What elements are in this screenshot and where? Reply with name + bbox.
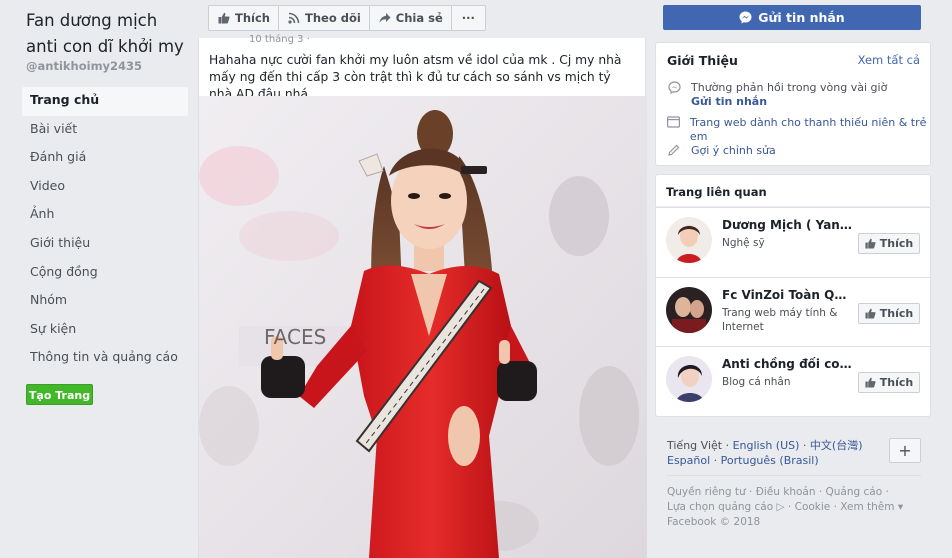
- language-option[interactable]: Español: [667, 454, 710, 467]
- related-page-avatar[interactable]: [666, 217, 712, 263]
- footer-link[interactable]: Điều khoản: [756, 486, 816, 498]
- more-languages-button[interactable]: +: [889, 438, 921, 463]
- language-option[interactable]: 中文(台灣): [810, 439, 863, 452]
- language-option[interactable]: Português (Brasil): [721, 454, 819, 467]
- nav-item-groups[interactable]: Nhóm: [22, 287, 188, 316]
- rss-icon: [287, 12, 301, 24]
- more-options-button[interactable]: ···: [450, 5, 486, 31]
- related-page-name[interactable]: Dương Mịch ( YangMi ): [722, 218, 854, 232]
- related-page-category: Blog cá nhân: [722, 376, 791, 388]
- share-arrow-icon: [378, 12, 392, 24]
- chevron-down-icon: ▾: [897, 501, 904, 513]
- category-link[interactable]: Trang web dành cho thanh thiếu niên & tr…: [690, 116, 930, 144]
- copyright: Facebook © 2018: [667, 516, 761, 528]
- page-handle[interactable]: @antikhoimy2435: [26, 59, 142, 73]
- page-title: Fan dương mịch anti con dĩ khởi my: [26, 11, 184, 56]
- page-nav: Trang chủ Bài viết Đánh giá Video Ảnh Gi…: [22, 87, 188, 373]
- footer: Quyền riêng tư · Điều khoản · Quảng cáo …: [667, 486, 904, 528]
- follow-page-label: Theo dõi: [304, 11, 361, 25]
- related-page-item[interactable]: Dương Mịch ( YangMi ) Nghệ sỹ Thích: [656, 208, 932, 276]
- post-card: 10 tháng 3 · Hahaha nực cười fan khởi my…: [198, 34, 647, 558]
- send-message-link[interactable]: Gửi tin nhắn: [691, 95, 887, 109]
- share-page-label: Chia sẻ: [395, 11, 443, 25]
- related-pages-header: Trang liên quan: [655, 174, 931, 206]
- related-page-avatar[interactable]: [666, 356, 712, 402]
- see-all-link[interactable]: Xem tất cả: [858, 53, 920, 67]
- language-selector: Tiếng Việt · English (US) · 中文(台灣) Españ…: [667, 439, 863, 467]
- suggest-edit-row: Gợi ý chỉnh sửa: [666, 144, 776, 160]
- related-page-name[interactable]: Anti chồng đối con điên: [722, 357, 854, 371]
- related-page-name[interactable]: Fc VinZoi Toàn Quốc: [722, 288, 854, 302]
- nav-item-info-ads[interactable]: Thông tin và quảng cáo: [22, 344, 188, 373]
- nav-item-photos[interactable]: Ảnh: [22, 201, 188, 230]
- like-page-button[interactable]: Thích: [208, 5, 279, 31]
- related-page-category: Trang web máy tính & Internet: [722, 307, 838, 333]
- footer-link[interactable]: Xem thêm: [840, 501, 894, 513]
- footer-link[interactable]: Quyền riêng tư: [667, 486, 746, 498]
- browser-icon: [666, 116, 681, 144]
- thumbs-up-icon: [865, 377, 876, 388]
- related-page-like-button[interactable]: Thích: [858, 233, 920, 254]
- nav-item-posts[interactable]: Bài viết: [22, 116, 188, 145]
- related-page-item[interactable]: Anti chồng đối con điên Blog cá nhân Thí…: [656, 346, 932, 414]
- like-label: Thích: [879, 307, 914, 320]
- share-page-button[interactable]: Chia sẻ: [368, 5, 452, 31]
- send-message-label: Gửi tin nhắn: [758, 10, 845, 25]
- thumbs-up-icon: [865, 308, 876, 319]
- follow-page-button[interactable]: Theo dõi: [277, 5, 370, 31]
- left-column: Fan dương mịch anti con dĩ khởi my @anti…: [0, 0, 198, 558]
- nav-item-videos[interactable]: Video: [22, 173, 188, 202]
- related-page-item[interactable]: Fc VinZoi Toàn Quốc Trang web máy tính &…: [656, 277, 932, 345]
- about-card: Giới Thiệu Xem tất cả Thường phản hồi tr…: [655, 42, 931, 166]
- create-page-button[interactable]: Tạo Trang: [26, 384, 93, 405]
- footer-link[interactable]: Quảng cáo: [826, 486, 883, 498]
- footer-divider: [667, 475, 921, 476]
- nav-item-community[interactable]: Cộng đồng: [22, 259, 188, 288]
- language-option[interactable]: English (US): [733, 439, 800, 452]
- nav-item-events[interactable]: Sự kiện: [22, 316, 188, 345]
- category-row: Trang web dành cho thanh thiếu niên & tr…: [666, 116, 930, 144]
- like-label: Thích: [879, 237, 914, 250]
- send-message-button[interactable]: Gửi tin nhắn: [663, 5, 921, 30]
- nav-item-home[interactable]: Trang chủ: [22, 87, 188, 116]
- suggest-edit-link[interactable]: Gợi ý chỉnh sửa: [691, 144, 776, 160]
- related-pages-title: Trang liên quan: [666, 185, 767, 199]
- related-pages-list: Dương Mịch ( YangMi ) Nghệ sỹ Thích Fc V…: [655, 207, 932, 417]
- thumbs-up-icon: [865, 238, 876, 249]
- ad-choices-icon: ▷: [776, 501, 785, 513]
- related-page-category: Nghệ sỹ: [722, 237, 765, 249]
- nav-item-reviews[interactable]: Đánh giá: [22, 144, 188, 173]
- messenger-outline-icon: [666, 81, 682, 109]
- footer-link[interactable]: Lựa chọn quảng cáo: [667, 501, 773, 513]
- related-page-avatar[interactable]: [666, 287, 712, 333]
- more-options-label: ···: [461, 11, 475, 25]
- about-title: Giới Thiệu: [667, 53, 738, 68]
- nav-item-about[interactable]: Giới thiệu: [22, 230, 188, 259]
- page-action-bar: Thích Theo dõi Chia sẻ ···: [208, 5, 486, 31]
- current-language: Tiếng Việt: [667, 439, 723, 452]
- related-page-like-button[interactable]: Thích: [858, 303, 920, 324]
- like-page-label: Thích: [235, 11, 270, 25]
- post-photo[interactable]: FACES: [199, 96, 647, 558]
- footer-link[interactable]: Cookie: [795, 501, 831, 513]
- thumbs-up-icon: [217, 12, 231, 24]
- main-column: Thích Theo dõi Chia sẻ ··· 10 tháng 3 · …: [198, 0, 647, 558]
- post-photo-image: FACES: [199, 96, 647, 558]
- post-timestamp[interactable]: 10 tháng 3 ·: [249, 34, 310, 44]
- like-label: Thích: [879, 376, 914, 389]
- pencil-icon: [666, 144, 682, 160]
- response-row: Thường phản hồi trong vòng vài giờ Gửi t…: [666, 81, 887, 109]
- svg-text:FACES: FACES: [264, 325, 326, 349]
- messenger-icon: [739, 11, 752, 24]
- related-page-like-button[interactable]: Thích: [858, 372, 920, 393]
- response-time-text: Thường phản hồi trong vòng vài giờ: [691, 81, 888, 94]
